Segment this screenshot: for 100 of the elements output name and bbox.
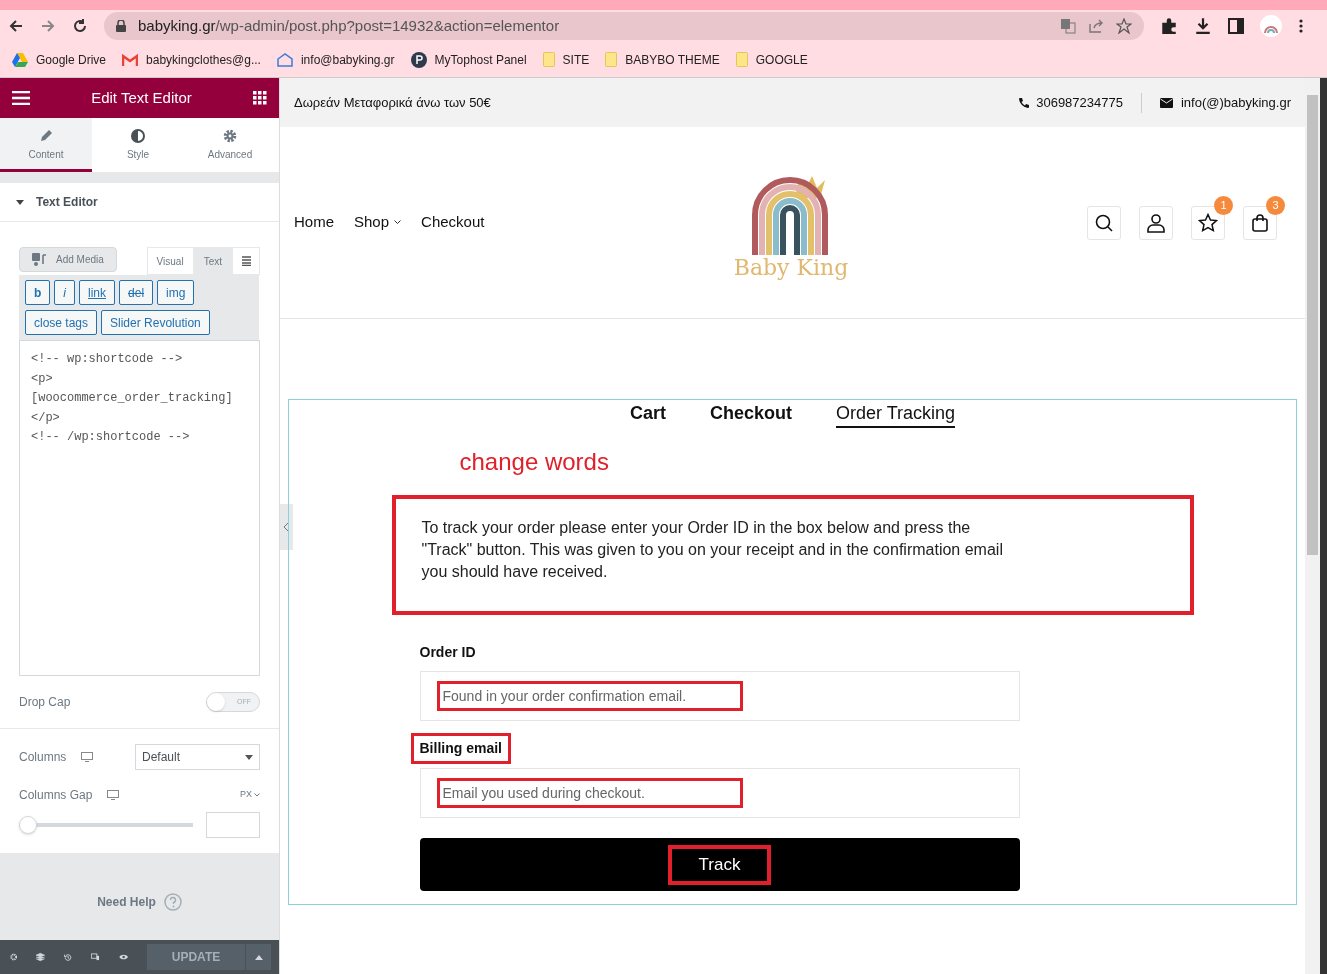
folder-icon [605,52,618,67]
editor-mode-tab[interactable]: Visual [146,247,194,275]
help-text[interactable]: Need Help [97,892,156,911]
bookmark[interactable]: info@babyking.gr [276,50,395,69]
panel-tab[interactable]: Content [0,118,92,172]
format-button[interactable]: link [79,280,116,305]
forward-icon[interactable] [40,18,56,34]
format-button[interactable]: Slider Revolution [101,310,210,335]
columns-select[interactable]: Default [135,744,260,770]
address-bar[interactable]: babyking.gr/wp-admin/post.php?post=14932&action=elementor [104,12,1144,40]
search-icon [1094,212,1114,233]
puzzle-icon[interactable] [1160,17,1178,35]
envelope-icon [1159,97,1173,108]
reload-icon[interactable] [72,18,88,34]
code-line: [woocommerce_order_tracking] [31,390,234,407]
code-line: <!-- /wp:shortcode --> [31,429,191,446]
format-button[interactable]: i [54,280,75,305]
responsive-icon[interactable] [91,951,100,963]
shopping-bag-icon [1250,212,1270,233]
search-button[interactable] [1087,205,1121,240]
scrollbar[interactable] [1305,78,1320,974]
menu-icon[interactable] [1298,18,1304,34]
chevron-down-icon [394,220,402,225]
field-label: Order ID [419,643,476,662]
half-circle-icon [131,128,145,143]
toolbar-toggle-button[interactable] [232,247,260,275]
bookmark[interactable]: BABYBO THEME [605,50,720,69]
text-input[interactable]: Found in your order confirmation email. [436,681,743,711]
page-tab[interactable]: Cart [629,400,666,428]
folder-icon [735,52,748,67]
triangle-logo-icon [12,52,28,67]
star-icon [1198,212,1218,233]
user-icon [1146,212,1166,233]
code-editor[interactable]: <!-- wp:shortcode --> <p> [woocommerce_order_tracking] </p> <!-- /wp:shortcode --> [19,340,260,676]
back-icon[interactable] [8,18,24,34]
page-tab[interactable]: Checkout [709,400,792,428]
code-line: <p> [31,370,54,388]
eye-icon[interactable] [118,952,128,962]
editor-mode-tab[interactable]: Text [193,247,232,275]
chevron-left-icon [284,523,289,531]
page-tab[interactable]: Order Tracking [836,400,956,428]
envelope-m-icon [122,53,139,66]
slider-thumb[interactable] [19,816,37,834]
widgets-grid-icon[interactable] [253,91,267,105]
collapse-caret-icon[interactable] [16,199,24,205]
share-icon[interactable] [1088,18,1104,34]
unit-selector[interactable]: PX [240,788,252,802]
phone-number[interactable]: 306987234775 [1036,92,1123,113]
nav-link[interactable]: Shop [354,211,402,234]
format-button[interactable]: img [157,280,195,305]
dropdown-caret-icon [245,754,253,760]
profile-avatar-icon[interactable] [1260,15,1282,37]
lock-icon [116,20,126,32]
p-circle-icon [410,51,427,68]
pencil-icon [39,128,53,143]
update-options-button[interactable] [245,944,271,970]
section-title: Text Editor [36,194,98,211]
nav-link[interactable]: Checkout [421,211,485,234]
nav-link[interactable]: Home [294,211,334,234]
bookmark[interactable]: babykingclothes@g... [122,50,261,69]
add-media-button[interactable]: Add Media [19,247,117,272]
user-button[interactable] [1139,205,1173,240]
bookmark[interactable]: Google Drive [12,50,107,69]
code-line: </p> [31,409,61,427]
layers-icon[interactable] [36,951,46,963]
field-label: Billing email [410,733,511,764]
control-label: Columns [19,749,68,766]
media-icon [32,252,48,267]
bookmark[interactable]: GOOGLE [735,50,808,69]
translate-icon[interactable] [1060,18,1076,34]
text-input[interactable]: Email you used during checkout. [436,778,743,808]
download-icon[interactable] [1194,17,1212,35]
phone-icon [1018,96,1031,109]
count-badge: 3 [1266,195,1285,215]
url-text: babyking.gr/wp-admin/post.php?post=14932&action=elementor [138,15,561,36]
stack-icon [241,256,251,266]
hamburger-menu-icon[interactable] [12,91,30,105]
bookmark[interactable]: SITE [542,50,590,69]
folder-icon [542,52,555,67]
code-line: <!-- wp:shortcode --> [31,351,184,368]
desktop-icon[interactable] [81,752,93,762]
logo-text: Baby King [733,257,849,279]
control-label: Drop Cap [19,694,71,711]
desktop-icon[interactable] [107,790,119,800]
instruction-text: To track your order please enter your Order ID in the box below and press the "Track" button. This was given to you on your receipt and in the confirmation email you should have received. [421,518,1004,582]
annotation-text: change words [459,447,610,477]
format-button[interactable]: del [119,280,154,305]
side-panel-icon[interactable] [1228,18,1244,34]
format-button[interactable]: b [25,280,51,305]
email-address[interactable]: info(@)babyking.gr [1180,92,1291,113]
format-button[interactable]: close tags [25,310,98,335]
open-envelope-icon [276,52,293,67]
number-input[interactable] [206,812,260,838]
control-label: Columns Gap [19,787,94,804]
bookmark[interactable]: MyTophost Panel [410,50,527,69]
star-icon[interactable] [1116,18,1132,34]
panel-title: Edit Text Editor [91,87,192,108]
track-button[interactable]: Track [419,838,1020,891]
caret-up-icon [254,954,263,960]
chevron-down-icon [254,793,260,797]
